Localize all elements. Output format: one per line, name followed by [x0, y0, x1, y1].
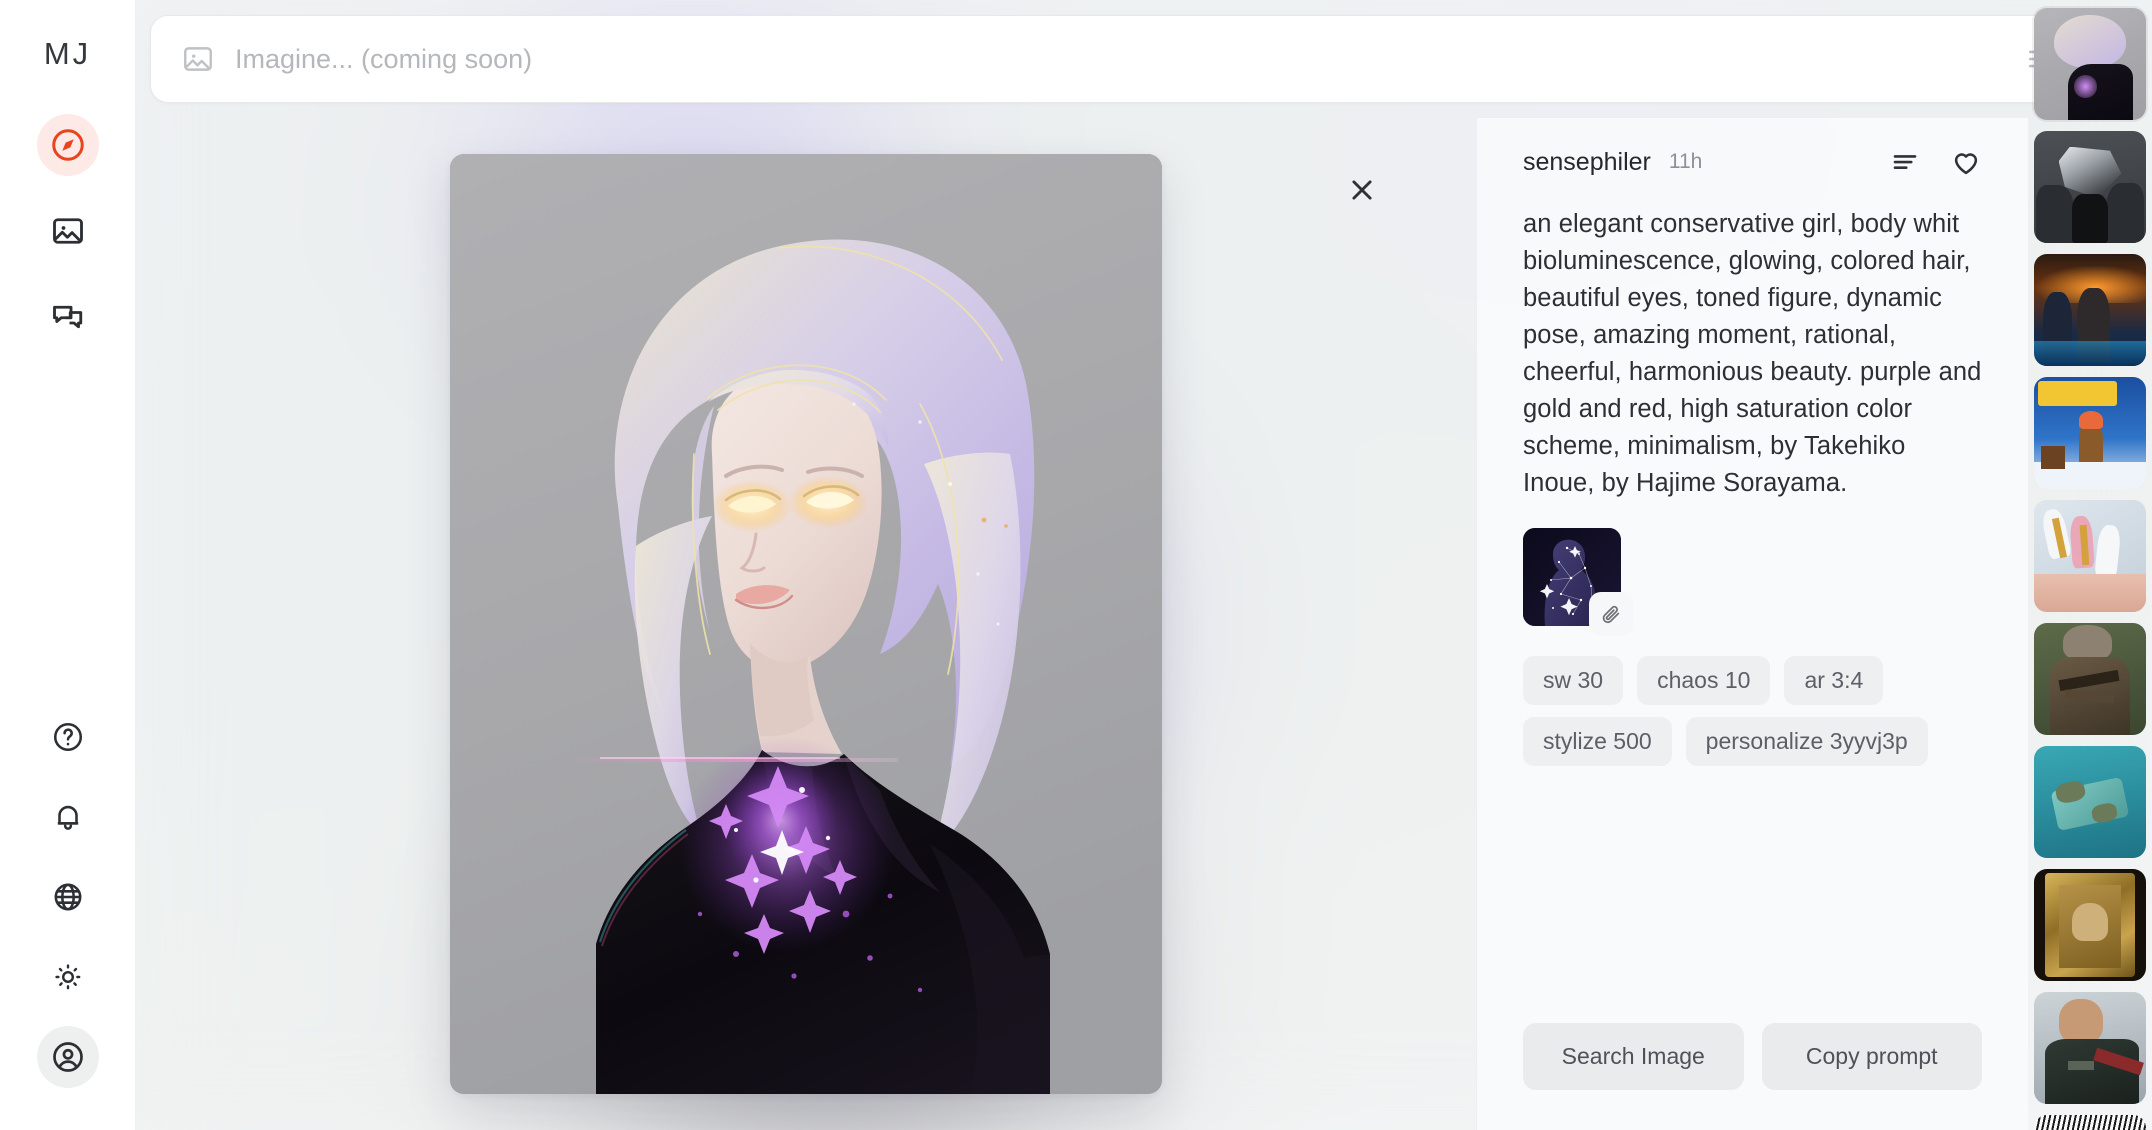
- close-icon: [1347, 175, 1377, 210]
- thumb-art: [2034, 1115, 2146, 1130]
- prompt-text: an elegant conservative girl, body whit …: [1523, 210, 1982, 497]
- globe-icon: [51, 880, 85, 914]
- search-image-button[interactable]: Search Image: [1523, 1023, 1744, 1090]
- author-row: sensephiler 11h: [1523, 146, 1982, 178]
- post-actions: [1890, 146, 1982, 178]
- sidebar-secondary-nav: [36, 706, 99, 1088]
- tag-sw[interactable]: sw 30: [1523, 656, 1624, 705]
- bell-icon: [51, 800, 85, 834]
- paperclip-icon[interactable]: [1589, 592, 1633, 636]
- image-viewer-stage: [136, 118, 1476, 1130]
- parameter-tags: sw 30 chaos 10 ar 3:4 stylize 500 person…: [1523, 656, 1982, 766]
- sidebar-item-account[interactable]: [36, 1026, 99, 1088]
- post-age: 11h: [1668, 150, 1703, 173]
- thumb-art: [2034, 623, 2146, 735]
- imagine-bar[interactable]: [150, 15, 2087, 103]
- rail-item-line-art-sketch[interactable]: [2034, 1115, 2146, 1130]
- sidebar-item-language[interactable]: [37, 866, 99, 928]
- app-root: MJ Imagine... (coming soon) sensephiler …: [0, 0, 2152, 1130]
- image-info-panel: sensephiler 11h an elegant conservative …: [1476, 118, 2028, 1130]
- image-icon: [181, 42, 215, 76]
- search-input[interactable]: [235, 43, 2012, 75]
- thumb-art: [2034, 131, 2146, 243]
- reference-thumbnail[interactable]: [1523, 528, 1633, 636]
- rail-item-cloisonne-christmas-cover[interactable]: [2034, 377, 2146, 489]
- top-bar: [136, 0, 2152, 118]
- rail-item-black-crystal-hands[interactable]: [2034, 131, 2146, 243]
- rail-item-gold-manicure-nails[interactable]: [2034, 500, 2146, 612]
- tag-chaos[interactable]: chaos 10: [1637, 656, 1771, 705]
- thumb-art: [2034, 869, 2146, 981]
- sort-lines-icon[interactable]: [1890, 147, 1920, 177]
- sidebar-item-help[interactable]: [37, 706, 99, 768]
- left-sidebar: MJ: [0, 0, 136, 1130]
- thumb-art: [2034, 992, 2146, 1104]
- thumb-art: [2034, 8, 2146, 120]
- tag-personalize[interactable]: personalize 3yyvj3p: [1685, 717, 1928, 766]
- rail-item-purple-haired-portrait[interactable]: [2034, 8, 2146, 120]
- sidebar-primary-nav: [36, 114, 99, 348]
- image-icon: [50, 213, 86, 249]
- thumbnail-rail[interactable]: [2028, 0, 2152, 1130]
- sidebar-item-notifications[interactable]: [37, 786, 99, 848]
- hero-artwork: [450, 154, 1162, 1094]
- rail-item-soldier-snow-portrait[interactable]: [2034, 992, 2146, 1104]
- thumb-art: [2034, 254, 2146, 366]
- rail-item-ornate-gold-frame[interactable]: [2034, 869, 2146, 981]
- rail-item-turquoise-sea-structure[interactable]: [2034, 746, 2146, 858]
- brand-logo[interactable]: MJ: [44, 36, 91, 72]
- rail-item-armored-cat-warrior[interactable]: [2034, 623, 2146, 735]
- sidebar-item-chat[interactable]: [37, 286, 99, 348]
- sidebar-item-explore[interactable]: [36, 114, 99, 176]
- help-circle-icon: [51, 720, 85, 754]
- thumb-art: [2034, 377, 2146, 489]
- thumb-art: [2034, 746, 2146, 858]
- author-name[interactable]: sensephiler: [1523, 148, 1651, 177]
- hero-image[interactable]: [450, 154, 1162, 1094]
- user-circle-icon: [50, 1039, 86, 1075]
- copy-prompt-button[interactable]: Copy prompt: [1761, 1023, 1982, 1090]
- tag-ar[interactable]: ar 3:4: [1784, 656, 1884, 705]
- tag-stylize[interactable]: stylize 500: [1523, 717, 1672, 766]
- panel-footer: Search Image Copy prompt: [1523, 1023, 1982, 1130]
- thumb-art: [2034, 500, 2146, 612]
- close-viewer-button[interactable]: [1336, 166, 1388, 218]
- sun-icon: [52, 961, 84, 993]
- sidebar-item-theme[interactable]: [37, 946, 99, 1008]
- sidebar-item-gallery[interactable]: [37, 200, 99, 262]
- compass-icon: [49, 126, 87, 164]
- rail-item-fire-night-crowd[interactable]: [2034, 254, 2146, 366]
- heart-icon[interactable]: [1950, 146, 1982, 178]
- chat-bubbles-icon: [50, 299, 86, 335]
